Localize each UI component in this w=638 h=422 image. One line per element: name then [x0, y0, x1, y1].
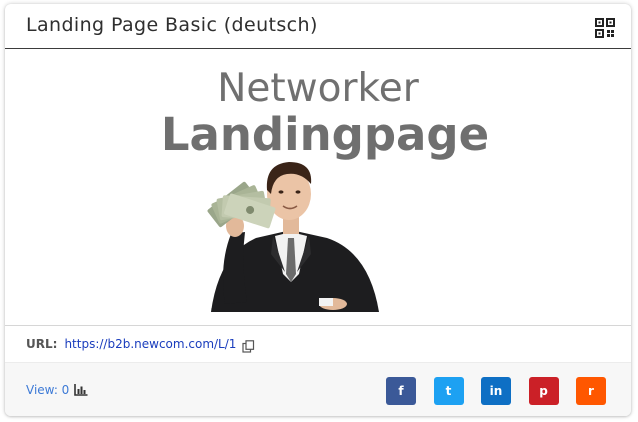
view-count-label: View: 0 — [26, 383, 70, 397]
share-pinterest-button[interactable]: p — [528, 377, 559, 405]
share-linkedin-button[interactable]: in — [481, 377, 511, 405]
landing-page-preview[interactable]: Networker Landingpage — [5, 50, 631, 326]
facebook-icon: f — [398, 384, 404, 398]
reddit-icon: r — [588, 384, 594, 398]
landing-page-card: Landing Page Basic (deutsch) Networker L… — [5, 4, 631, 416]
share-reddit-button[interactable]: r — [576, 377, 606, 405]
share-twitter-button[interactable]: t — [433, 377, 464, 405]
card-title: Landing Page Basic (deutsch) — [26, 14, 318, 36]
businessman-photo — [207, 162, 379, 312]
chart-icon — [74, 384, 88, 396]
view-counter[interactable]: View: 0 — [26, 383, 88, 397]
url-label: URL: — [26, 337, 58, 351]
linkedin-icon: in — [489, 384, 503, 398]
twitter-icon: t — [445, 384, 452, 398]
share-facebook-button[interactable]: f — [386, 377, 416, 405]
pinterest-icon: p — [539, 384, 548, 398]
qr-code-icon[interactable] — [595, 18, 615, 38]
hero-headline: Networker — [217, 66, 419, 111]
card-header: Landing Page Basic (deutsch) — [5, 4, 631, 49]
landing-page-url-link[interactable]: https://b2b.newcom.com/L/1 — [64, 337, 236, 351]
copy-icon[interactable] — [242, 338, 255, 353]
url-row: URL: https://b2b.newcom.com/L/1 — [5, 326, 631, 362]
card-footer: View: 0 f t in p r — [5, 362, 631, 416]
